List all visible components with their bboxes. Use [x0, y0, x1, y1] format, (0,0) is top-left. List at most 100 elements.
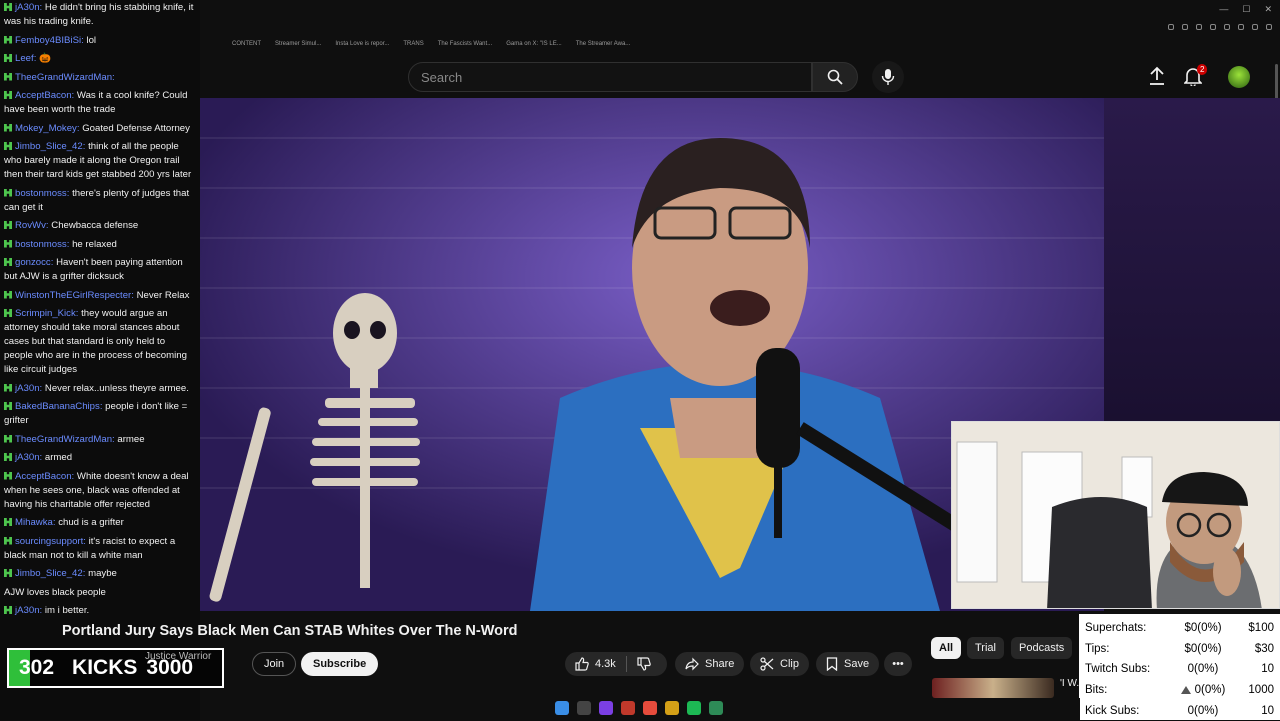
donation-value-text: 0(0%) — [1187, 663, 1219, 676]
bookmark[interactable]: The Fascists Want... — [438, 41, 492, 47]
donation-goal: $100 — [1248, 622, 1274, 635]
like-count[interactable]: 4.3k — [595, 652, 616, 676]
window-controls: — ☐ ✕ — [1219, 4, 1272, 15]
bookmark[interactable]: CONTENT — [232, 41, 261, 47]
search-icon[interactable] — [577, 701, 591, 715]
more-actions-button[interactable]: ••• — [884, 652, 912, 676]
browser-chrome: — ☐ ✕ — [200, 0, 1280, 56]
chat-text: he relaxed — [72, 238, 117, 250]
donation-row: Tips: $0(0%) $30 — [1085, 639, 1274, 660]
chat-username[interactable]: Mokey_Mokey — [15, 123, 77, 134]
donation-value: 0(0%) — [1167, 684, 1239, 696]
bookmark[interactable]: TRANS — [403, 41, 423, 47]
divider — [625, 656, 627, 672]
extension-icon[interactable] — [1266, 24, 1272, 30]
thumbs-up-icon[interactable] — [575, 657, 589, 671]
recommended-thumbnail[interactable] — [932, 678, 1054, 698]
webcam-overlay — [951, 421, 1280, 609]
chat-message: Jimbo_Slice_42: think of all the people … — [4, 140, 196, 182]
chat-username[interactable]: jA30n — [15, 452, 40, 463]
extension-icon[interactable] — [1224, 24, 1230, 30]
app-icon[interactable] — [621, 701, 635, 715]
chat-username[interactable]: bostonmoss — [15, 188, 67, 199]
extension-icon[interactable] — [1252, 24, 1258, 30]
chip-podcasts[interactable]: Podcasts — [1011, 637, 1073, 659]
extension-icon[interactable] — [1196, 24, 1202, 30]
share-button[interactable]: Share — [675, 652, 745, 676]
close-icon[interactable]: ✕ — [1264, 4, 1272, 15]
chat-username[interactable]: Leef — [15, 53, 34, 64]
channel-name[interactable]: Justice Warrior — [145, 651, 211, 662]
chat-message: Leef: 🎃 — [4, 52, 196, 66]
join-button[interactable]: Join — [252, 652, 297, 676]
save-button[interactable]: Save — [816, 652, 880, 676]
chat-username[interactable]: Jimbo_Slice_42 — [15, 568, 83, 579]
donation-value-text: 0(0%) — [1194, 684, 1226, 697]
donation-label: Kick Subs: — [1085, 704, 1140, 717]
kick-badge-icon — [4, 606, 12, 614]
kick-badge-icon — [4, 569, 12, 577]
kick-badge-icon — [4, 188, 12, 197]
chat-text: Chewbacca defense — [51, 220, 139, 231]
chip-trial[interactable]: Trial — [967, 637, 1004, 659]
kick-badge-icon — [4, 35, 12, 44]
kick-badge-icon — [4, 91, 12, 99]
chat-username[interactable]: TheeGrandWizardMan — [15, 434, 112, 445]
chat-message: bostonmoss: there's plenty of judges tha… — [4, 187, 196, 215]
bookmark[interactable]: Gama on X: "IS LE... — [506, 41, 562, 47]
chat-username[interactable]: jA30n — [15, 2, 40, 13]
taskbar — [200, 698, 1080, 720]
bookmark[interactable]: The Streamer Awa... — [576, 41, 631, 47]
donation-row: Bits: 0(0%) 1000 — [1085, 680, 1274, 701]
spotify-icon[interactable] — [687, 701, 701, 715]
donation-value: $0(0%) — [1167, 622, 1239, 634]
extension-icon[interactable] — [1182, 24, 1188, 30]
minimize-icon[interactable]: — — [1219, 4, 1228, 15]
chat-username[interactable]: Femboy4BIBiSi — [15, 35, 81, 46]
bookmark[interactable]: Insta Love is repor... — [335, 41, 389, 47]
chat-username[interactable]: TheeGrandWizardMan — [15, 72, 112, 83]
chat-username[interactable]: WinstonTheEGirlRespecter — [15, 290, 131, 301]
chat-username[interactable]: AcceptBacon — [15, 471, 72, 482]
share-label: Share — [705, 658, 735, 670]
voice-search-button[interactable] — [872, 61, 904, 93]
extension-icon[interactable] — [1238, 24, 1244, 30]
microphone-icon — [881, 69, 895, 85]
create-button[interactable] — [1148, 66, 1166, 91]
extension-icon[interactable] — [1210, 24, 1216, 30]
app-icon[interactable] — [709, 701, 723, 715]
donation-value-text: $0(0%) — [1184, 642, 1222, 655]
chat-username[interactable]: jA30n — [15, 383, 40, 394]
chat-username[interactable]: BakedBananaChips — [15, 401, 100, 412]
folder-icon[interactable] — [665, 701, 679, 715]
chat-username[interactable]: Mihawka — [15, 517, 53, 528]
browser-icon[interactable] — [643, 701, 657, 715]
chat-username[interactable]: jA30n — [15, 605, 40, 616]
chat-username[interactable]: Scrimpin_Kick — [15, 308, 76, 319]
chat-username[interactable]: AcceptBacon — [15, 90, 72, 101]
chat-message: AcceptBacon: Was it a cool knife? Could … — [4, 89, 196, 117]
donation-goal: 1000 — [1248, 684, 1274, 697]
search-input[interactable]: Search — [408, 62, 812, 92]
subscribe-button[interactable]: Subscribe — [301, 652, 379, 676]
thumbs-down-icon[interactable] — [637, 657, 651, 671]
windows-start-icon[interactable] — [555, 701, 569, 715]
app-icon[interactable] — [599, 701, 613, 715]
maximize-icon[interactable]: ☐ — [1242, 4, 1250, 15]
kick-badge-icon — [4, 123, 12, 132]
kick-badge-icon — [4, 453, 12, 461]
chat-username[interactable]: sourcingsupport — [15, 536, 83, 547]
chat-username[interactable]: bostonmoss — [15, 239, 67, 250]
search-button[interactable] — [812, 62, 858, 92]
avatar[interactable] — [1228, 66, 1250, 88]
chat-username[interactable]: gonzocc — [15, 257, 51, 268]
chat-username[interactable]: RovWv — [15, 220, 46, 231]
chat-message: AJW loves black people — [4, 586, 196, 600]
clip-button[interactable]: Clip — [750, 652, 809, 676]
chip-all[interactable]: All — [931, 637, 962, 659]
bookmark[interactable]: Streamer Simul... — [275, 41, 321, 47]
extension-icon[interactable] — [1168, 24, 1174, 30]
chat-message: Jimbo_Slice_42: maybe — [4, 567, 196, 581]
chat-username[interactable]: Jimbo_Slice_42 — [15, 141, 83, 152]
chat-text: 🎃 — [39, 53, 51, 64]
